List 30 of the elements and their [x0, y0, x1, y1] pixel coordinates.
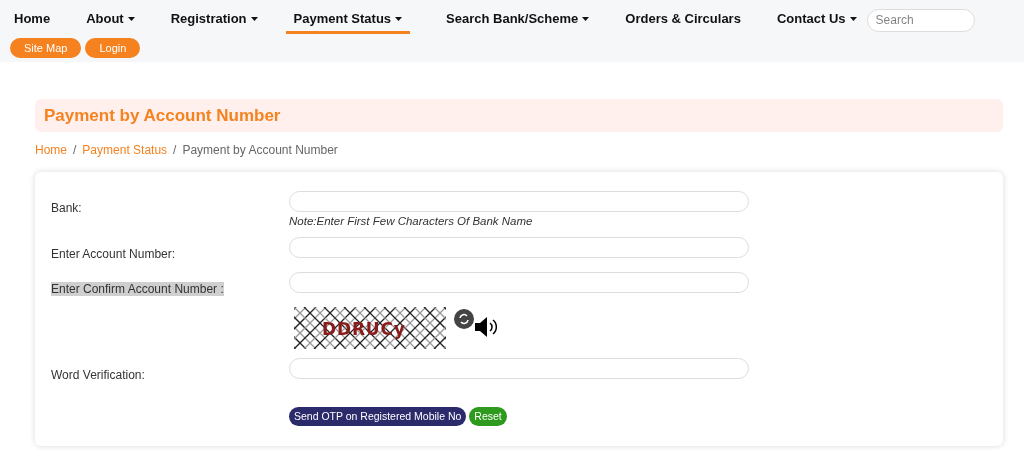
- text-field[interactable]: [289, 191, 749, 212]
- field-label: Enter Account Number:: [51, 247, 176, 262]
- form-button[interactable]: Send OTP on Registered Mobile No: [289, 407, 467, 427]
- field-note: Note:Enter First Few Characters Of Bank Name: [289, 214, 534, 229]
- nav-link[interactable]: Search Bank/Scheme: [446, 6, 590, 34]
- breadcrumb-current: Payment by Account Number: [182, 142, 338, 159]
- nav-link[interactable]: Contact Us: [776, 6, 857, 34]
- caret-icon: [395, 16, 403, 21]
- text-field[interactable]: [289, 272, 749, 294]
- refresh-icon[interactable]: [454, 309, 474, 330]
- nav-link[interactable]: Home: [14, 6, 51, 34]
- nav-link[interactable]: Payment Status: [285, 6, 411, 34]
- nav-link[interactable]: Registration: [170, 6, 258, 34]
- field-label: Word Verification:: [51, 368, 145, 383]
- page-title: Payment by Account Number: [44, 104, 281, 127]
- field-label: Bank:: [51, 201, 82, 215]
- caret-icon: [250, 16, 258, 21]
- nav-link[interactable]: Orders & Circulars: [625, 6, 741, 34]
- search-field[interactable]: Search: [866, 8, 975, 32]
- caret-icon: [849, 16, 857, 21]
- form-button[interactable]: Reset: [469, 407, 507, 427]
- caret-icon: [127, 16, 135, 21]
- field-label: Enter Confirm Account Number :: [51, 282, 224, 297]
- text-field[interactable]: [289, 237, 749, 259]
- text-field[interactable]: [289, 358, 749, 380]
- breadcrumb-separator: /: [73, 142, 77, 159]
- nav-link[interactable]: About: [86, 6, 135, 34]
- breadcrumb-separator: /: [173, 142, 177, 159]
- caret-icon: [582, 16, 590, 21]
- speaker-icon[interactable]: [474, 316, 500, 339]
